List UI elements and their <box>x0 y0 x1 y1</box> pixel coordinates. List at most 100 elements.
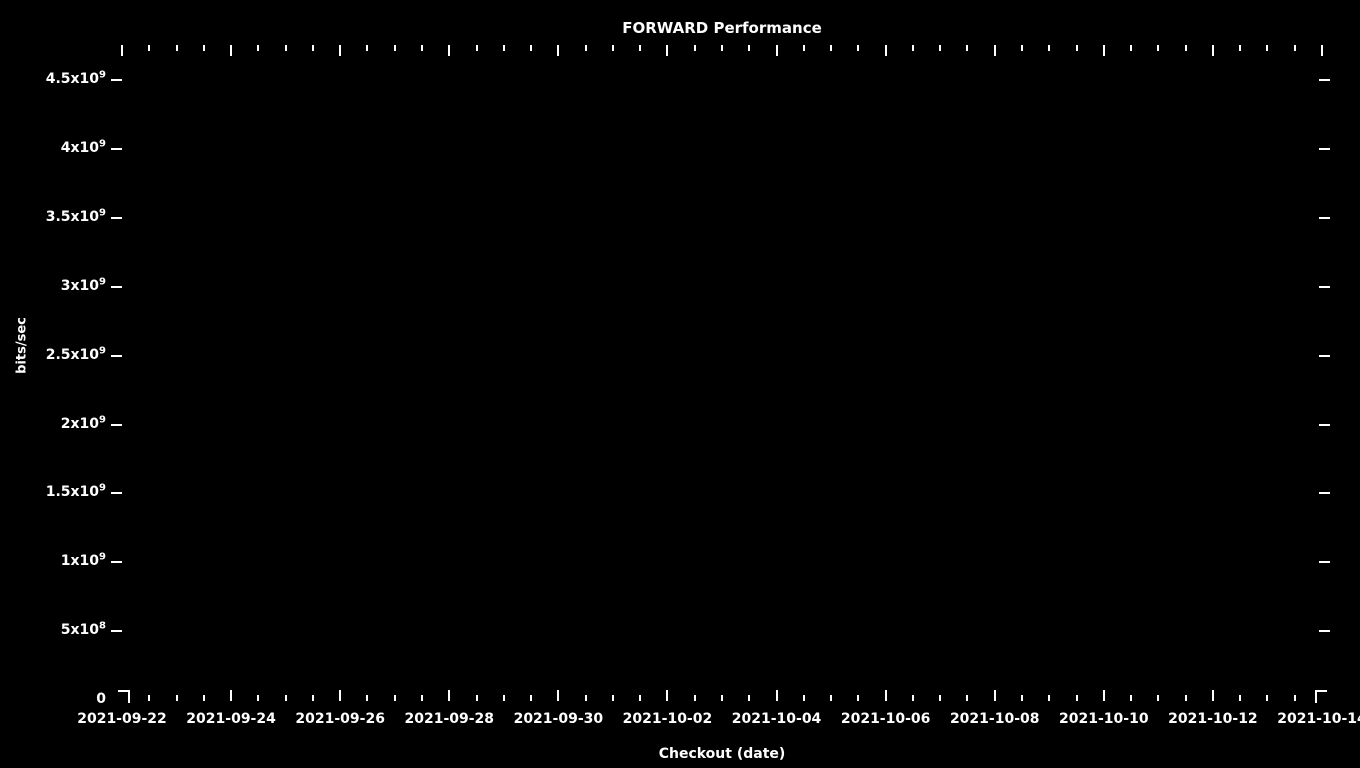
x-axis-minor-tick <box>939 45 942 51</box>
y-axis-tick-label: 1.5x109 <box>45 482 106 501</box>
y-axis-tick <box>1319 79 1330 82</box>
x-axis-minor-tick <box>366 45 369 51</box>
x-axis-minor-tick <box>1266 45 1269 51</box>
y-axis-tick-label: 3x109 <box>60 276 106 294</box>
x-axis-tick <box>1321 45 1323 56</box>
x-axis-minor-tick <box>202 695 205 701</box>
x-axis-minor-tick <box>1184 45 1187 51</box>
x-axis-tick <box>121 45 123 56</box>
x-axis-tick <box>884 690 887 701</box>
x-axis-title: Checkout (date) <box>658 746 786 762</box>
x-axis-tick <box>339 690 342 701</box>
x-axis-minor-tick <box>639 45 642 51</box>
x-axis-minor-tick <box>802 45 805 51</box>
x-axis-minor-tick <box>502 695 505 701</box>
chart-title: FORWARD Performance <box>622 19 822 37</box>
y-axis-title: bits/sec <box>14 317 30 374</box>
x-axis-minor-tick <box>639 695 642 701</box>
x-axis-minor-tick <box>311 45 314 51</box>
x-axis-minor-tick <box>284 695 287 701</box>
axis-corner-bottom-right <box>1315 690 1327 703</box>
x-axis-tick <box>339 45 342 56</box>
x-axis-minor-tick <box>1293 45 1296 51</box>
x-axis-minor-tick <box>857 45 860 51</box>
x-axis-minor-tick <box>502 45 505 51</box>
x-axis-minor-tick <box>175 45 178 51</box>
x-axis-tick-label: 2021-10-12 <box>1168 711 1258 727</box>
x-axis-minor-tick <box>202 45 205 51</box>
x-axis-tick <box>557 45 560 56</box>
x-axis-minor-tick <box>802 695 805 701</box>
x-axis-tick <box>448 45 451 56</box>
x-axis-minor-tick <box>721 695 723 701</box>
y-axis-tick-label: 0 <box>96 691 106 707</box>
x-axis-tick <box>884 45 887 56</box>
y-axis-tick <box>1319 561 1330 564</box>
x-axis-tick <box>230 45 233 56</box>
y-axis-tick-label: 2x109 <box>60 413 106 432</box>
y-axis-tick-label: 1x109 <box>60 551 106 570</box>
x-axis-minor-tick <box>693 45 696 51</box>
x-axis-tick <box>1102 690 1105 701</box>
x-axis-minor-tick <box>393 695 396 701</box>
x-axis-tick <box>775 45 778 56</box>
y-axis-tick <box>1319 354 1330 357</box>
x-axis-minor-tick <box>257 695 260 701</box>
plot-area <box>122 46 1322 700</box>
x-axis-tick <box>666 690 669 701</box>
x-axis-minor-tick <box>584 695 587 701</box>
x-axis-minor-tick <box>1075 45 1078 51</box>
x-axis-minor-tick <box>475 695 478 701</box>
y-axis-tick <box>1319 217 1330 220</box>
x-axis-tick <box>1211 45 1214 56</box>
x-axis-tick <box>448 690 451 701</box>
x-axis-minor-tick <box>1075 695 1078 701</box>
x-axis-minor-tick <box>1239 45 1242 51</box>
x-axis-tick-label: 2021-09-24 <box>186 711 276 727</box>
axis-corner-bottom-left <box>118 690 130 703</box>
x-axis-minor-tick <box>175 695 178 701</box>
y-axis-tick <box>111 148 122 151</box>
x-axis-tick <box>230 690 233 701</box>
y-axis-tick-label: 3.5x109 <box>45 207 106 226</box>
x-axis-minor-tick <box>530 45 533 51</box>
x-axis-tick-label: 2021-10-06 <box>840 711 931 727</box>
y-axis-tick <box>111 285 122 288</box>
x-axis-tick-label: 2021-10-08 <box>949 711 1040 727</box>
x-axis-minor-tick <box>611 45 614 51</box>
x-axis-minor-tick <box>366 695 369 701</box>
x-axis-tick-label: 2021-09-30 <box>513 711 604 727</box>
y-axis-tick <box>1319 148 1330 151</box>
x-axis-minor-tick <box>475 45 478 51</box>
x-axis-minor-tick <box>311 695 314 701</box>
x-axis-minor-tick <box>693 695 696 701</box>
x-axis-minor-tick <box>1130 695 1133 701</box>
x-axis-minor-tick <box>721 45 723 51</box>
x-axis-tick <box>1211 690 1214 701</box>
x-axis-tick <box>993 690 996 701</box>
x-axis-minor-tick <box>911 45 914 51</box>
x-axis-minor-tick <box>1130 45 1133 51</box>
x-axis-minor-tick <box>857 695 860 701</box>
y-axis-tick <box>111 630 122 633</box>
x-axis-minor-tick <box>257 45 260 51</box>
x-axis-minor-tick <box>148 45 151 51</box>
y-axis-tick-label: 2.5x109 <box>45 345 106 363</box>
x-axis-tick <box>557 690 560 701</box>
x-axis-minor-tick <box>421 45 423 51</box>
x-axis-minor-tick <box>1239 695 1242 701</box>
y-axis-tick <box>111 423 122 426</box>
x-axis-minor-tick <box>1157 45 1160 51</box>
x-axis-minor-tick <box>748 695 751 701</box>
x-axis-minor-tick <box>939 695 942 701</box>
x-axis-minor-tick <box>284 45 287 51</box>
x-axis-minor-tick <box>748 45 751 51</box>
y-axis-tick <box>111 354 122 357</box>
x-axis-tick-label: 2021-09-22 <box>77 711 167 727</box>
x-axis-minor-tick <box>148 695 151 701</box>
x-axis-tick-label: 2021-10-02 <box>622 711 713 727</box>
x-axis-minor-tick <box>1184 695 1187 701</box>
x-axis-minor-tick <box>1021 45 1023 51</box>
x-axis-tick-label: 2021-09-28 <box>404 711 495 727</box>
x-axis-tick <box>666 45 669 56</box>
